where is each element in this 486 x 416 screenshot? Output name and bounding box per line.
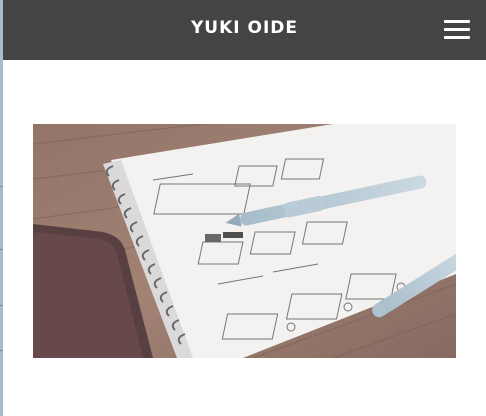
site-header: YUKI OIDE bbox=[3, 0, 486, 60]
menu-button[interactable] bbox=[444, 17, 472, 41]
left-edge-strip bbox=[0, 0, 3, 416]
site-title[interactable]: YUKI OIDE bbox=[3, 18, 486, 38]
hero-photo bbox=[33, 124, 456, 358]
hero-image bbox=[33, 124, 456, 358]
